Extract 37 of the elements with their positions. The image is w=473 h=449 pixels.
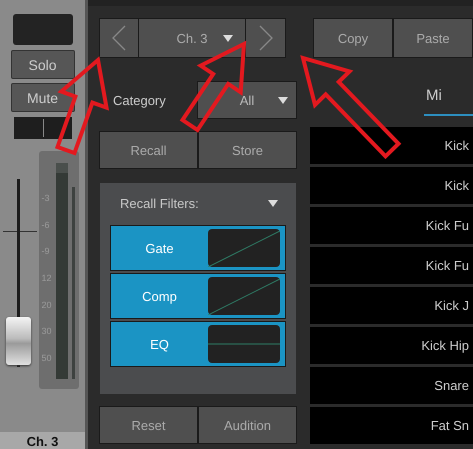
display-box	[12, 14, 72, 45]
channel-dropdown[interactable]: Ch. 3	[139, 19, 246, 57]
filter-toggle[interactable]: Comp	[110, 273, 286, 319]
preset-row[interactable]: Kick Fu	[310, 247, 473, 284]
preset-row[interactable]: Kick J	[310, 287, 473, 324]
curve-graph	[208, 325, 280, 363]
curve-graph	[208, 277, 280, 315]
category-dropdown[interactable]: All	[197, 81, 297, 119]
chevron-left-icon	[112, 25, 126, 51]
bottom-action-button[interactable]: Reset	[99, 406, 198, 444]
caret-icon	[223, 35, 233, 42]
preset-action-button[interactable]: Recall	[99, 131, 198, 169]
solo-button[interactable]: Solo	[10, 50, 74, 79]
chevron-right-icon	[258, 25, 272, 51]
preset-row[interactable]: Kick	[310, 127, 473, 164]
caret-icon	[278, 97, 288, 104]
preset-row[interactable]: Kick	[310, 167, 473, 204]
clipboard-button[interactable]: Paste	[393, 18, 473, 58]
curve-graph	[208, 229, 280, 267]
previous-button[interactable]	[100, 19, 139, 57]
tab[interactable]: Mi	[424, 76, 473, 116]
bottom-action-button[interactable]: Audition	[198, 406, 297, 444]
preset-row[interactable]: Kick Fu	[310, 207, 473, 244]
preset-row[interactable]: Snare	[310, 367, 473, 404]
fader-handle[interactable]	[6, 316, 30, 365]
filters-title: Recall Filters:	[120, 196, 199, 210]
preset-row[interactable]: Fat Sn	[310, 407, 473, 444]
preset-row[interactable]: Kick Hip	[310, 327, 473, 364]
category-label: Category	[112, 92, 167, 108]
mute-button[interactable]: Mute	[10, 83, 74, 112]
preset-action-button[interactable]: Store	[198, 131, 297, 169]
filter-toggle[interactable]: EQ	[110, 321, 286, 367]
channel-name: Ch. 3	[0, 432, 85, 449]
clipboard-button[interactable]: Copy	[313, 18, 393, 58]
caret-icon[interactable]	[268, 200, 278, 206]
filter-toggle[interactable]: Gate	[110, 225, 286, 271]
pan-control[interactable]	[14, 117, 72, 139]
